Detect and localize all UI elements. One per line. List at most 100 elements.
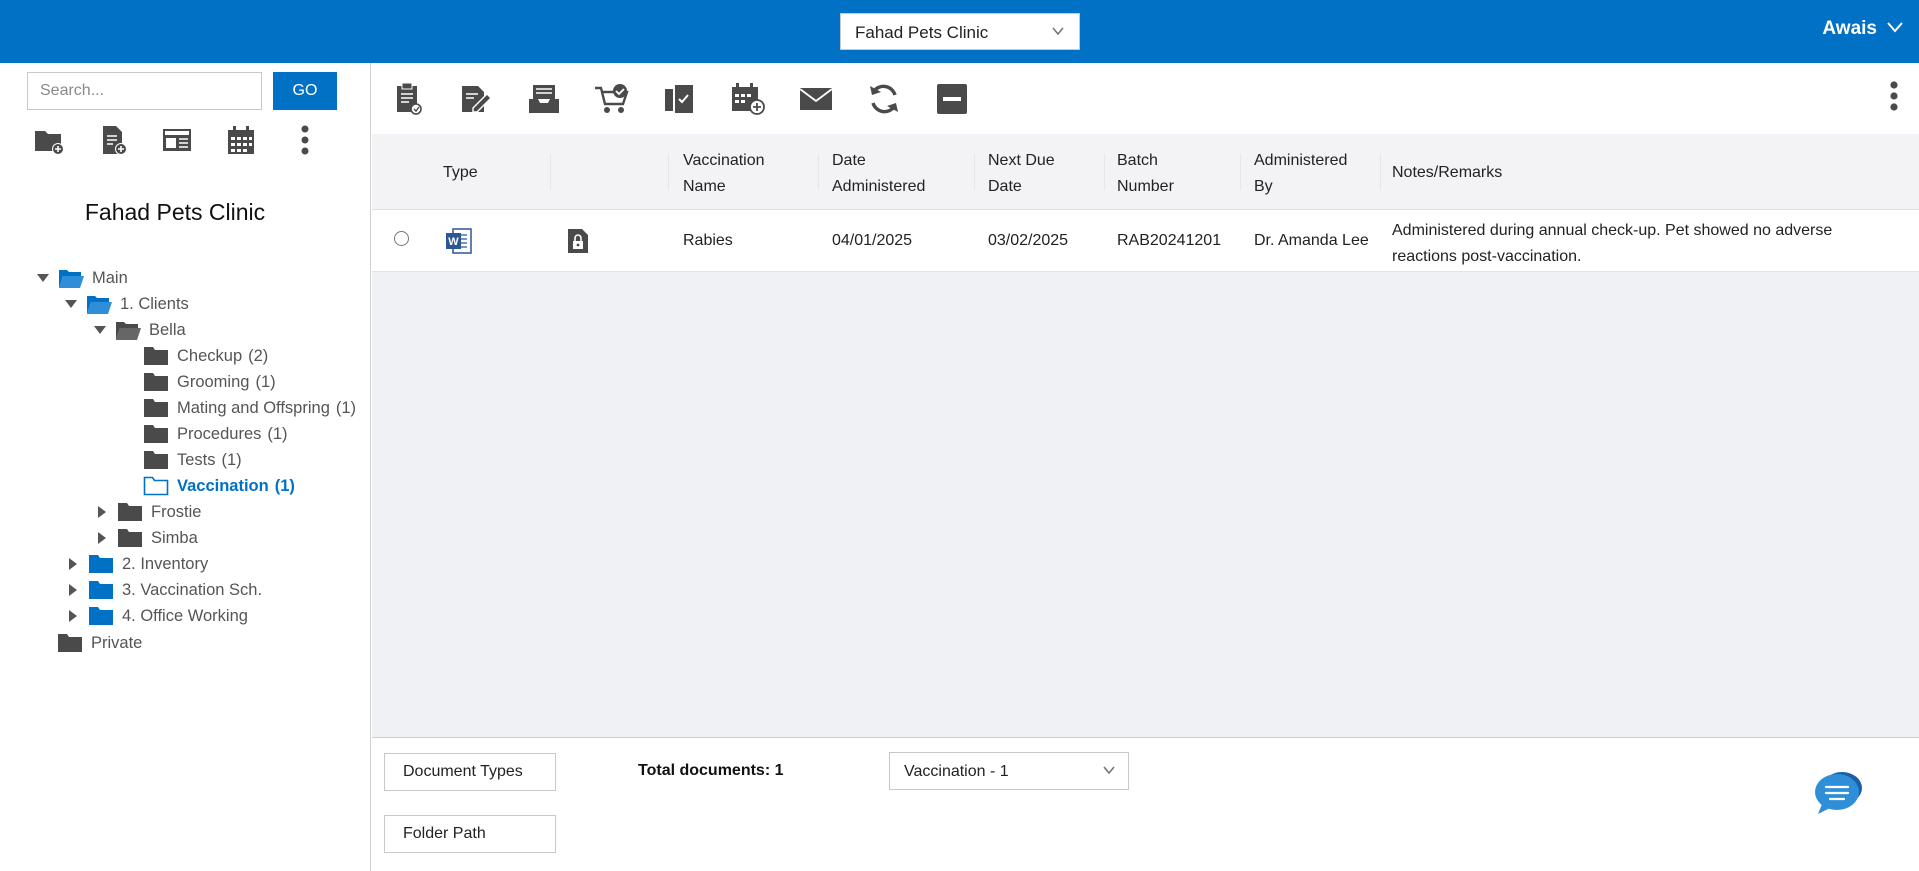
folder-icon xyxy=(143,423,169,445)
column-divider xyxy=(1240,154,1241,190)
folder-icon xyxy=(88,579,114,601)
header-line: By xyxy=(1254,178,1273,195)
tree-count: (2) xyxy=(248,346,269,365)
tree-node-mating-and-offspring[interactable]: Mating and Offspring (1) xyxy=(143,395,356,421)
tree-label: Bella xyxy=(149,320,186,339)
tree-label: Simba xyxy=(151,528,198,547)
tree-label: Frostie xyxy=(151,502,202,521)
header-line: Date xyxy=(832,152,866,169)
chevron-down-icon xyxy=(1102,763,1116,782)
folder-icon xyxy=(88,553,114,575)
add-folder-icon[interactable] xyxy=(32,123,66,157)
tree-label: 4. Office Working xyxy=(122,606,248,625)
envelope-icon[interactable] xyxy=(798,81,834,117)
tree-node-office-working[interactable]: 4. Office Working xyxy=(66,603,248,629)
header-line: Date xyxy=(988,178,1022,195)
column-divider xyxy=(1104,154,1105,190)
folder-icon xyxy=(143,397,169,419)
caret-right-icon[interactable] xyxy=(66,583,80,597)
column-header-type[interactable]: Type xyxy=(443,160,478,186)
refresh-icon[interactable] xyxy=(866,81,902,117)
tree-count: (1) xyxy=(255,372,276,391)
user-menu[interactable]: Awais xyxy=(1822,18,1903,40)
row-select-radio[interactable] xyxy=(394,231,409,246)
column-divider xyxy=(974,154,975,190)
clinic-title: Fahad Pets Clinic xyxy=(84,199,266,225)
user-name: Awais xyxy=(1822,18,1877,39)
add-document-icon[interactable] xyxy=(96,123,130,157)
tree-node-main[interactable]: Main xyxy=(36,265,128,291)
header-line: Administered xyxy=(832,178,926,195)
word-document-icon[interactable]: W xyxy=(445,227,473,260)
tree-node-vaccination[interactable]: Vaccination (1) xyxy=(143,473,295,499)
folder-icon xyxy=(117,501,143,523)
inbox-tray-icon[interactable] xyxy=(526,81,562,117)
tree-label: 1. Clients xyxy=(120,294,189,313)
cell-date-administered: 04/01/2025 xyxy=(832,232,913,249)
column-header-date-administered[interactable]: Date Administered xyxy=(832,148,925,200)
chat-bubble-icon[interactable] xyxy=(1812,768,1864,816)
column-header-vaccination-name[interactable]: Vaccination Name xyxy=(683,148,765,200)
calendar-icon[interactable] xyxy=(224,123,258,157)
calendar-add-icon[interactable] xyxy=(730,81,766,117)
tree-label: 3. Vaccination Sch. xyxy=(122,580,263,599)
caret-down-icon[interactable] xyxy=(93,323,107,337)
more-vertical-icon[interactable] xyxy=(1889,79,1899,118)
folder-path-button[interactable]: Folder Path xyxy=(384,815,556,853)
total-documents: Total documents: 1 xyxy=(638,762,784,779)
main-panel: Type Vaccination Name Date Administered Ne… xyxy=(372,63,1919,871)
column-header-next-due-date[interactable]: Next Due Date xyxy=(988,148,1055,200)
caret-right-icon[interactable] xyxy=(66,609,80,623)
chevron-down-icon xyxy=(1051,23,1065,43)
tree-node-grooming[interactable]: Grooming (1) xyxy=(143,369,276,395)
document-type-select-value: Vaccination - 1 xyxy=(904,763,1009,780)
tree-node-bella[interactable]: Bella xyxy=(93,317,186,343)
clipboard-icon[interactable] xyxy=(390,81,426,117)
tree-node-simba[interactable]: Simba xyxy=(95,525,198,551)
folder-icon xyxy=(143,345,169,367)
document-types-button[interactable]: Document Types xyxy=(384,753,556,791)
form-icon[interactable] xyxy=(160,123,194,157)
tree-label: Tests xyxy=(177,450,216,469)
table-row[interactable]: W Rabies 04/01/2025 03/02/2025 RAB202412… xyxy=(372,210,1919,272)
go-button[interactable]: GO xyxy=(273,72,337,110)
tree-node-tests[interactable]: Tests (1) xyxy=(143,447,242,473)
tree-node-private[interactable]: Private xyxy=(57,630,142,656)
folder-icon xyxy=(88,605,114,627)
chevron-down-icon xyxy=(1887,18,1903,40)
tree-node-checkup[interactable]: Checkup (2) xyxy=(143,343,268,369)
caret-right-icon[interactable] xyxy=(95,531,109,545)
caret-right-icon[interactable] xyxy=(66,557,80,571)
organization-select[interactable]: Fahad Pets Clinic xyxy=(840,13,1080,50)
grid-header: Type Vaccination Name Date Administered Ne… xyxy=(372,134,1919,210)
header-line: Name xyxy=(683,178,726,195)
search-input[interactable] xyxy=(27,72,262,110)
column-divider xyxy=(1380,154,1381,190)
locked-file-icon[interactable] xyxy=(567,228,589,259)
tree-node-procedures[interactable]: Procedures (1) xyxy=(143,421,288,447)
document-type-select[interactable]: Vaccination - 1 xyxy=(889,752,1129,790)
header-line: Batch xyxy=(1117,152,1158,169)
minus-box-icon[interactable] xyxy=(934,81,970,117)
caret-right-icon[interactable] xyxy=(95,505,109,519)
caret-down-icon[interactable] xyxy=(64,297,78,311)
cell-notes: Administered during annual check-up. Pet… xyxy=(1392,218,1832,270)
tree-count: (1) xyxy=(335,398,357,417)
tree-count: (1) xyxy=(221,450,242,469)
column-header-batch-number[interactable]: Batch Number xyxy=(1117,148,1174,200)
open-folder-icon xyxy=(86,293,112,315)
edit-document-icon[interactable] xyxy=(458,81,494,117)
caret-down-icon[interactable] xyxy=(36,271,50,285)
open-folder-icon xyxy=(115,319,141,341)
column-header-notes[interactable]: Notes/Remarks xyxy=(1392,160,1502,186)
cell-next-due-date: 03/02/2025 xyxy=(988,232,1069,249)
tree-node-vaccination-sch[interactable]: 3. Vaccination Sch. xyxy=(66,577,262,603)
tree-node-inventory[interactable]: 2. Inventory xyxy=(66,551,208,577)
column-header-administered-by[interactable]: Administered By xyxy=(1254,148,1347,200)
tree-label: Checkup xyxy=(177,346,243,365)
cart-check-icon[interactable] xyxy=(594,81,630,117)
more-vertical-icon[interactable] xyxy=(288,123,322,157)
documents-check-icon[interactable] xyxy=(662,81,698,117)
tree-node-clients[interactable]: 1. Clients xyxy=(64,291,189,317)
tree-node-frostie[interactable]: Frostie xyxy=(95,499,201,525)
